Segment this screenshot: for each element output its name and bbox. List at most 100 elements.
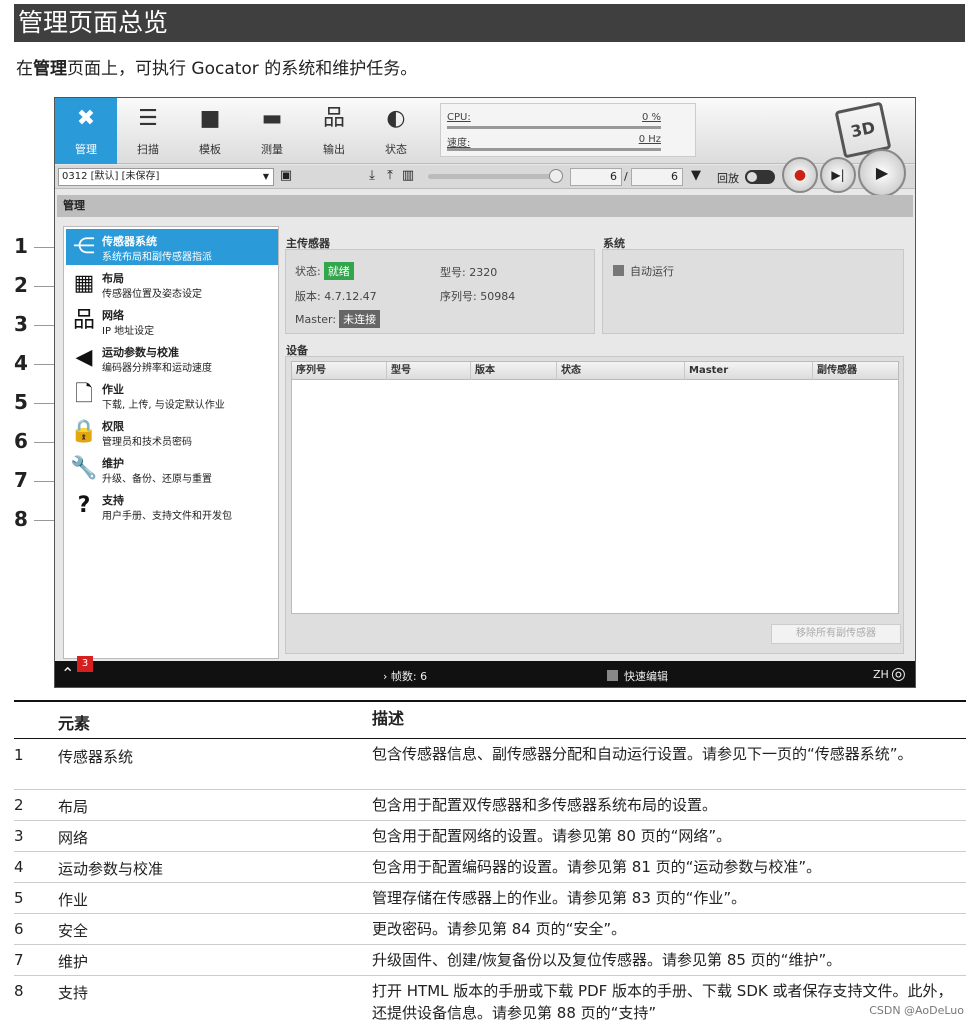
table-row: 1 传感器系统 包含传感器信息、副传感器分配和自动运行设置。请参见下一页的“传感… (14, 739, 966, 790)
sidebar-item-desc: IP 地址设定 (102, 326, 155, 337)
table-row: 5 作业 管理存储在传感器上的作业。请参见第 83 页的“作业”。 (14, 883, 966, 914)
row-num: 3 (14, 827, 24, 845)
sidebar-item-security[interactable]: 🔒 权限 管理员和技术员密码 (66, 414, 278, 450)
intro-pre: 在 (16, 59, 33, 79)
column-header[interactable]: 型号 (387, 362, 471, 380)
tab-output[interactable]: 品 输出 (303, 98, 365, 164)
sidebar-item-layout[interactable]: ▦ 布局 传感器位置及姿态设定 (66, 266, 278, 302)
checkbox-icon (607, 670, 618, 681)
watermark: CSDN @AoDeLuo (869, 1004, 964, 1017)
table-row: 6 安全 更改密码。请参见第 84 页的“安全”。 (14, 914, 966, 945)
header-description: 描述 (372, 709, 405, 728)
filter-icon[interactable]: ▼ (688, 168, 704, 184)
master-badge: 未连接 (339, 310, 381, 328)
tab-measure[interactable]: ▬ 测量 (241, 98, 303, 164)
row-description: 打开 HTML 版本的手册或下载 PDF 版本的手册、下载 SDK 或者保存支持… (372, 982, 953, 1022)
globe-icon[interactable]: ◎ (891, 664, 906, 684)
sidebar-item-desc: 管理员和技术员密码 (102, 437, 192, 448)
language-label[interactable]: ZH (873, 668, 889, 681)
autorun-checkbox[interactable]: 自动运行 (613, 263, 674, 279)
cpu-label: CPU: (447, 112, 471, 123)
save-icon[interactable]: ▣ (278, 168, 294, 184)
delete-icon[interactable]: ▥ (400, 168, 416, 184)
sidebar-item-sensor-system[interactable]: ⋲ 传感器系统 系统布局和副传感器指派 (66, 229, 278, 265)
quick-edit-toggle[interactable]: 快速编辑 (607, 668, 668, 684)
tab-scan[interactable]: ☰ 扫描 (117, 98, 179, 164)
frame-separator: / (624, 170, 628, 183)
table-row: 2 布局 包含用于配置双传感器和多传感器系统布局的设置。 (14, 790, 966, 821)
ruler-icon: ▬ (261, 106, 283, 131)
row-num: 1 (14, 746, 24, 764)
tab-status-label: 状态 (385, 143, 407, 156)
sidebar-item-title: 支持 (102, 494, 124, 507)
table-row: 4 运动参数与校准 包含用于配置编码器的设置。请参见第 81 页的“运动参数与校… (14, 852, 966, 883)
tab-manage[interactable]: ✖ 管理 (55, 98, 117, 164)
sidebar-item-motion[interactable]: ◀ 运动参数与校准 编码器分辨率和运动速度 (66, 340, 278, 376)
tab-model[interactable]: ■ 模板 (179, 98, 241, 164)
gauge-icon: ◐ (386, 106, 406, 131)
sidebar-item-desc: 升级、备份、还原与重置 (102, 474, 212, 485)
scan-icon: ☰ (138, 106, 158, 131)
system-panel (602, 249, 904, 334)
step-button[interactable]: ▶| (820, 157, 856, 193)
callout-1: 1 (14, 234, 28, 258)
replay-slider-handle[interactable] (549, 169, 563, 183)
table-header-row: 元素 描述 (14, 701, 966, 739)
record-button[interactable]: ● (782, 157, 818, 193)
row-description: 包含用于配置编码器的设置。请参见第 81 页的“运动参数与校准”。 (372, 858, 822, 876)
row-element: 作业 (58, 891, 89, 909)
row-description: 升级固件、创建/恢复备份以及复位传感器。请参见第 85 页的“维护”。 (372, 951, 842, 969)
sidebar-item-network[interactable]: 品 网络 IP 地址设定 (66, 303, 278, 339)
status-bar: ⌃ 3 › 帧数: 6 快速编辑 ZH ◎ (55, 656, 915, 687)
row-description: 包含用于配置网络的设置。请参见第 80 页的“网络”。 (372, 827, 732, 845)
replay-slider[interactable] (428, 174, 558, 179)
job-select-value: 0312 [默认] [未保存] (62, 171, 160, 182)
status-label: 状态: (295, 265, 321, 278)
tab-manage-label: 管理 (75, 143, 97, 156)
column-header[interactable]: 版本 (471, 362, 557, 380)
page-title-band: 管理页面总览 (14, 4, 965, 42)
row-num: 7 (14, 951, 24, 969)
upload-icon[interactable]: ⤒ (382, 168, 398, 184)
tab-status[interactable]: ◐ 状态 (365, 98, 427, 164)
callout-2: 2 (14, 273, 28, 297)
sidebar-item-title: 传感器系统 (102, 235, 157, 248)
status-row: 状态: 就绪 (295, 262, 354, 280)
column-header[interactable]: 状态 (557, 362, 685, 380)
chevron-up-icon[interactable]: ⌃ (61, 664, 74, 683)
column-header[interactable]: Master (685, 362, 813, 380)
sidebar-item-support[interactable]: ? 支持 用户手册、支持文件和开发包 (66, 488, 278, 524)
table-row: 7 维护 升级固件、创建/恢复备份以及复位传感器。请参见第 85 页的“维护”。 (14, 945, 966, 976)
remove-all-buddies-button[interactable]: 移除所有副传感器 (771, 624, 901, 644)
row-element: 维护 (58, 953, 89, 971)
serial-label: 序列号: 50984 (440, 290, 516, 303)
frame-current-input[interactable]: 6 (570, 168, 622, 186)
row-description: 管理存储在传感器上的作业。请参见第 83 页的“作业”。 (372, 889, 747, 907)
sidebar-item-title: 权限 (102, 420, 124, 433)
row-description: 包含传感器信息、副传感器分配和自动运行设置。请参见下一页的“传感器系统”。 (372, 745, 913, 763)
status-badge: 就绪 (323, 262, 354, 280)
master-row: Master: 未连接 (295, 310, 381, 328)
column-header[interactable]: 副传感器 (813, 362, 898, 380)
row-description: 更改密码。请参见第 84 页的“安全”。 (372, 920, 627, 938)
checkbox-icon (613, 265, 624, 276)
row-num: 5 (14, 889, 24, 907)
sidebar-item-desc: 系统布局和副传感器指派 (102, 252, 212, 263)
job-select[interactable]: 0312 [默认] [未保存] ▼ (58, 168, 274, 186)
plug-icon: ◀ (75, 345, 93, 370)
gocator-app-window: ✖ 管理 ☰ 扫描 ■ 模板 ▬ 测量 品 输出 ◐ 状态 CPU: 0 % 速… (54, 97, 916, 688)
sidebar-item-jobs[interactable]: 🗋 作业 下载, 上传, 与设定默认作业 (66, 377, 278, 413)
playback-toggle[interactable] (745, 170, 775, 184)
sidebar-item-maintenance[interactable]: 🔧 维护 升级、备份、还原与重置 (66, 451, 278, 487)
play-button[interactable]: ▶ (858, 149, 906, 197)
cubes-icon: ■ (199, 106, 221, 131)
sidebar-item-title: 维护 (102, 457, 124, 470)
column-header[interactable]: 序列号 (292, 362, 387, 380)
cpu-bar (447, 126, 661, 129)
download-icon[interactable]: ⤓ (364, 168, 380, 184)
callout-5: 5 (14, 390, 28, 414)
main-toolbar: ✖ 管理 ☰ 扫描 ■ 模板 ▬ 测量 品 输出 ◐ 状态 CPU: 0 % 速… (55, 98, 915, 164)
master-label: Master: (295, 313, 337, 326)
panel-title: 管理 (57, 195, 913, 217)
callout-4: 4 (14, 351, 28, 375)
